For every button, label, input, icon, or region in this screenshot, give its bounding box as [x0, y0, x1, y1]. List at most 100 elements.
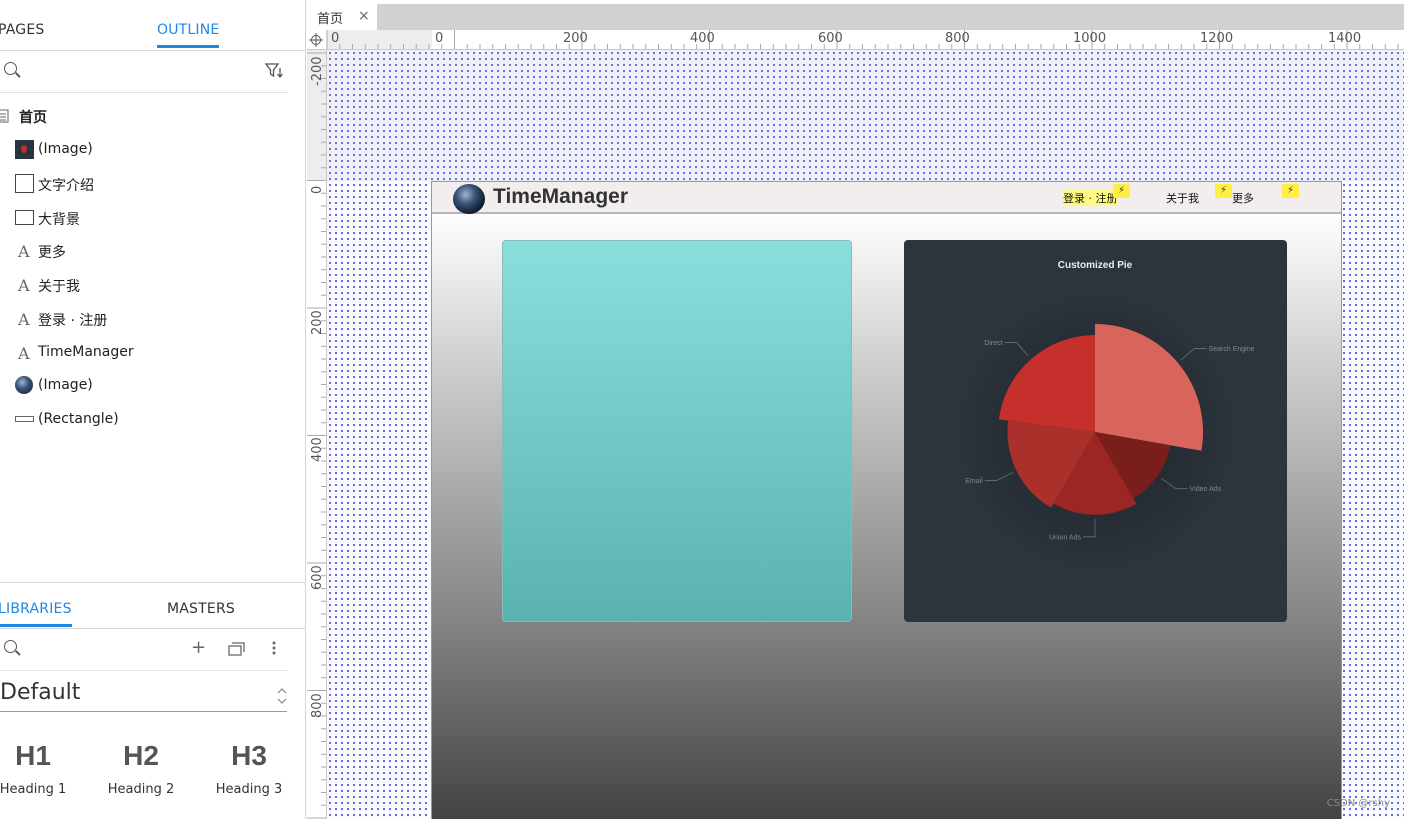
pie-label: Email	[965, 478, 983, 485]
outline-label: 大背景	[38, 212, 80, 228]
left-panel: PAGES OUTLINE 首页 (Image) 文字介绍 大背景 A 更多 A…	[0, 0, 306, 819]
close-icon[interactable]: ×	[358, 8, 370, 24]
pie-label: Search Engine	[1209, 346, 1255, 353]
search-icon	[4, 62, 17, 75]
ruler-label: 400	[310, 437, 325, 462]
widget-heading1[interactable]: H1 Heading 1	[0, 740, 73, 797]
text-icon: A	[18, 310, 30, 329]
ruler-label: -200	[310, 56, 325, 86]
ruler-label: 200	[563, 31, 588, 46]
tab-masters[interactable]: MASTERS	[167, 601, 235, 617]
ruler-label: 200	[310, 310, 325, 335]
interaction-flag-icon[interactable]: ⚡	[1113, 184, 1130, 198]
ruler-label: 1200	[1200, 31, 1234, 46]
design-canvas[interactable]: TimeManager 登录 · 注册 ⚡ 关于我 ⚡ 更多 ⚡ Customi…	[327, 50, 1404, 819]
widget-heading2[interactable]: H2 Heading 2	[101, 740, 181, 797]
outline-item-rectangle[interactable]: (Rectangle)	[0, 405, 300, 435]
library-select[interactable]: Default	[0, 680, 80, 705]
manage-library-icon[interactable]	[228, 642, 246, 656]
nav-more[interactable]: 更多	[1232, 190, 1254, 206]
panel-tabs: PAGES OUTLINE	[0, 0, 305, 51]
widget-label: Heading 3	[215, 782, 283, 797]
widget-icon: H1	[15, 740, 51, 771]
vertical-ruler: -200 0 200 400 600 800	[307, 50, 327, 819]
ruler-label: 0	[435, 31, 444, 46]
page-icon	[0, 109, 9, 123]
ruler-label: 400	[690, 31, 715, 46]
outline-item-image-2[interactable]: (Image)	[0, 371, 300, 401]
image-thumb-icon	[15, 140, 34, 159]
outline-label: 首页	[19, 110, 47, 126]
outline-item-more[interactable]: A 更多	[0, 236, 300, 266]
filter-icon[interactable]	[264, 62, 284, 80]
text-icon: A	[18, 344, 30, 363]
outline-item-login[interactable]: A 登录 · 注册	[0, 304, 300, 334]
text-intro-box[interactable]	[502, 240, 852, 622]
pie-label: Union Ads	[1049, 534, 1081, 541]
globe-thumb-icon	[15, 376, 33, 394]
widget-label: Heading 2	[107, 782, 175, 797]
tab-pages[interactable]: PAGES	[0, 22, 44, 38]
outline-label: 文字介绍	[38, 178, 94, 194]
watermark: CSDN @rshy	[1326, 798, 1390, 809]
outline-label: 登录 · 注册	[38, 313, 108, 329]
nav-about-me[interactable]: 关于我	[1166, 190, 1199, 206]
widget-label: Heading 1	[0, 782, 67, 797]
document-tabstrip: 首页 ×	[307, 4, 1404, 30]
ruler-label: 800	[310, 693, 325, 718]
widget-icon: H3	[231, 740, 267, 771]
ruler-label: 1000	[1073, 31, 1107, 46]
outline-label: (Image)	[38, 377, 93, 393]
outline-search[interactable]	[0, 51, 288, 93]
search-icon	[4, 640, 17, 653]
interaction-flag-icon[interactable]: ⚡	[1215, 184, 1232, 198]
outline-item-text-intro[interactable]: 文字介绍	[0, 169, 300, 199]
document-tab-label: 首页	[317, 12, 344, 27]
box-icon	[15, 174, 34, 193]
ruler-label: 1400	[1328, 31, 1362, 46]
ruler-label: 600	[818, 31, 843, 46]
tab-outline[interactable]: OUTLINE	[157, 22, 220, 48]
more-vertical-icon[interactable]	[271, 641, 277, 657]
library-search[interactable]: +	[0, 629, 288, 671]
add-library-icon[interactable]: +	[191, 637, 206, 658]
outline-label: (Image)	[38, 141, 93, 157]
outline-label: TimeManager	[38, 344, 134, 360]
globe-logo-image[interactable]	[453, 184, 485, 214]
nav-login-register[interactable]: 登录 · 注册	[1063, 190, 1118, 206]
outline-label: 更多	[38, 245, 66, 261]
outline-label: (Rectangle)	[38, 411, 119, 427]
widget-heading3[interactable]: H3 Heading 3	[209, 740, 289, 797]
ruler-label: 0	[310, 185, 325, 194]
chevron-updown-icon[interactable]	[276, 686, 288, 706]
interaction-flag-icon[interactable]: ⚡	[1282, 184, 1299, 198]
pie-label: Direct	[984, 340, 1002, 347]
library-select-underline	[0, 711, 287, 712]
canvas-offpage-area	[327, 50, 1404, 181]
chart-image[interactable]: Customized Pie Search Engine Video Ads Uni…	[904, 240, 1287, 622]
ruler-label: 600	[310, 565, 325, 590]
page-artboard[interactable]: TimeManager 登录 · 注册 ⚡ 关于我 ⚡ 更多 ⚡ Customi…	[431, 181, 1342, 819]
document-tab[interactable]: 首页 ×	[307, 4, 377, 30]
tab-libraries[interactable]: LIBRARIES	[0, 601, 72, 627]
text-icon: A	[18, 242, 30, 261]
outline-item-image-1[interactable]: (Image)	[0, 135, 300, 165]
widget-icon: H2	[123, 740, 159, 771]
outline-item-brand[interactable]: A TimeManager	[0, 338, 300, 368]
box-wide-icon	[15, 210, 34, 225]
outline-item-about[interactable]: A 关于我	[0, 270, 300, 300]
chart-title: Customized Pie	[1058, 260, 1133, 271]
ruler-label: 800	[945, 31, 970, 46]
text-icon: A	[18, 276, 30, 295]
outline-label: 关于我	[38, 279, 80, 295]
outline-item-page[interactable]: 首页	[0, 101, 300, 131]
page-header-rectangle[interactable]: TimeManager 登录 · 注册 ⚡ 关于我 ⚡ 更多 ⚡	[432, 182, 1341, 214]
brand-title[interactable]: TimeManager	[493, 185, 628, 209]
pie-chart: Customized Pie Search Engine Video Ads Uni…	[955, 260, 1255, 572]
rectangle-icon	[15, 416, 34, 422]
ruler-label: 0	[331, 31, 340, 46]
pie-label: Video Ads	[1190, 486, 1222, 493]
horizontal-ruler: 0 0 200 400 600 800 1000 1200 1400	[307, 30, 1404, 50]
outline-item-background[interactable]: 大背景	[0, 203, 300, 233]
library-tabs: LIBRARIES MASTERS	[0, 583, 305, 629]
